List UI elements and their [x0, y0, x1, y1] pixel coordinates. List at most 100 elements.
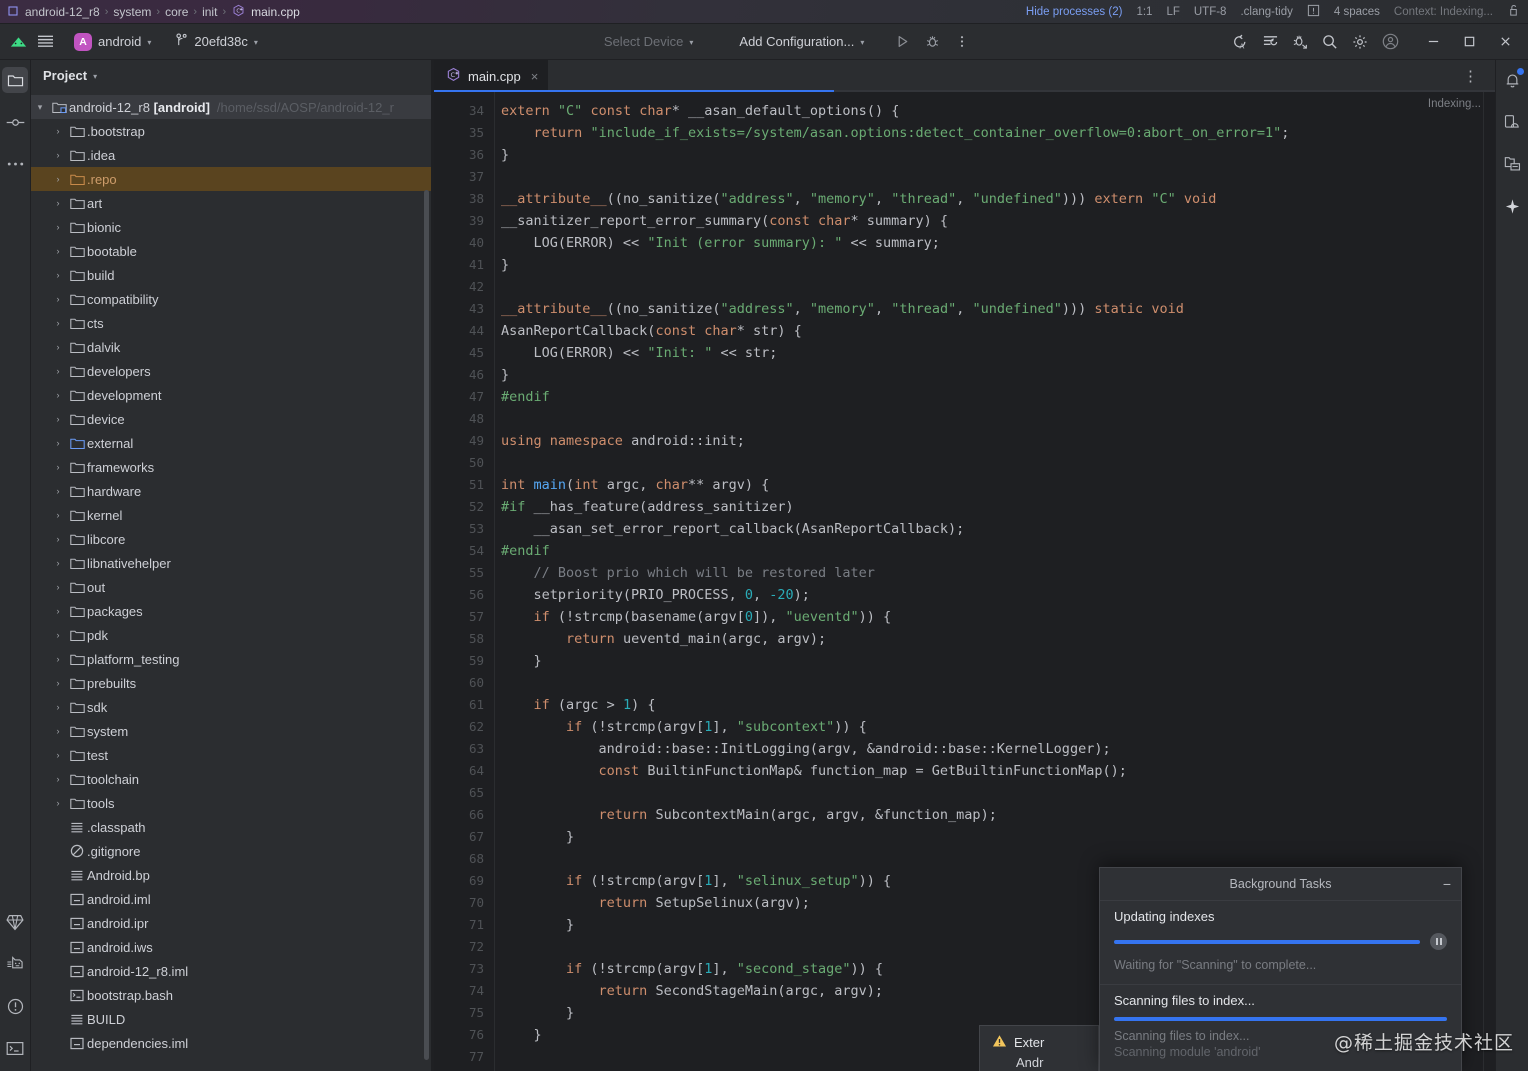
code-line[interactable]: return "include_if_exists=/system/asan.o… [501, 122, 1495, 144]
code-with-me-icon[interactable]: A [1226, 29, 1254, 55]
minimize-icon[interactable]: − [1443, 876, 1451, 892]
tree-row-folder[interactable]: ›cts [31, 311, 431, 335]
chevron-collapsed-icon[interactable]: › [49, 582, 67, 592]
device-selector[interactable]: 20efd38c ▾ [167, 29, 266, 55]
tree-row-folder[interactable]: ›.repo [31, 167, 431, 191]
tree-row-folder[interactable]: ›test [31, 743, 431, 767]
tree-row-folder[interactable]: ›bootable [31, 239, 431, 263]
chevron-collapsed-icon[interactable]: › [49, 726, 67, 736]
code-line[interactable]: if (argc > 1) { [501, 694, 1495, 716]
code-line[interactable] [501, 166, 1495, 188]
code-line[interactable]: if (!strcmp(argv[1], "subcontext")) { [501, 716, 1495, 738]
breadcrumb-item-0[interactable]: android-12_r8 [25, 5, 100, 19]
tree-row-file[interactable]: android-12_r8.iml [31, 959, 431, 983]
chevron-collapsed-icon[interactable]: › [49, 462, 67, 472]
breadcrumb-item-2[interactable]: core [165, 5, 188, 19]
code-line[interactable]: } [501, 144, 1495, 166]
chevron-expanded-icon[interactable]: ▾ [31, 102, 49, 113]
tree-row-folder[interactable]: ›compatibility [31, 287, 431, 311]
chevron-collapsed-icon[interactable]: › [49, 558, 67, 568]
code-line[interactable]: #endif [501, 540, 1495, 562]
chevron-collapsed-icon[interactable]: › [49, 174, 67, 184]
chevron-collapsed-icon[interactable]: › [49, 750, 67, 760]
error-stripe-marker[interactable] [1483, 92, 1495, 1071]
tree-row-file[interactable]: Android.bp [31, 863, 431, 887]
chevron-collapsed-icon[interactable]: › [49, 198, 67, 208]
project-scrollbar[interactable] [424, 190, 429, 1060]
tree-row-folder[interactable]: ›tools [31, 791, 431, 815]
code-line[interactable]: int main(int argc, char** argv) { [501, 474, 1495, 496]
chevron-collapsed-icon[interactable]: › [49, 150, 67, 160]
code-line[interactable]: __asan_set_error_report_callback(AsanRep… [501, 518, 1495, 540]
code-line[interactable]: // Boost prio which will be restored lat… [501, 562, 1495, 584]
code-line[interactable]: setpriority(PRIO_PROCESS, 0, -20); [501, 584, 1495, 606]
attach-debugger-icon[interactable] [1286, 29, 1314, 55]
tree-row-folder[interactable]: ›toolchain [31, 767, 431, 791]
code-line[interactable] [501, 408, 1495, 430]
close-icon[interactable]: × [531, 69, 539, 84]
code-line[interactable]: LOG(ERROR) << "Init: " << str; [501, 342, 1495, 364]
select-device-dropdown[interactable]: Select Device ▾ [596, 29, 702, 55]
tree-row-folder[interactable]: ›kernel [31, 503, 431, 527]
chevron-collapsed-icon[interactable]: › [49, 510, 67, 520]
tree-row-folder[interactable]: ›bionic [31, 215, 431, 239]
code-line[interactable]: } [501, 650, 1495, 672]
caret-position[interactable]: 1:1 [1136, 6, 1152, 18]
code-line[interactable]: android::base::InitLogging(argv, &androi… [501, 738, 1495, 760]
tree-row-folder[interactable]: ›.idea [31, 143, 431, 167]
code-line[interactable] [501, 276, 1495, 298]
unlock-icon[interactable] [1507, 3, 1520, 20]
tree-row-folder[interactable]: ›development [31, 383, 431, 407]
chevron-collapsed-icon[interactable]: › [49, 270, 67, 280]
tree-row-folder[interactable]: ›out [31, 575, 431, 599]
tree-row-root[interactable]: ▾ android-12_r8 [android] /home/ssd/AOSP… [31, 95, 431, 119]
chevron-collapsed-icon[interactable]: › [49, 798, 67, 808]
chevron-collapsed-icon[interactable]: › [49, 390, 67, 400]
chevron-collapsed-icon[interactable]: › [49, 294, 67, 304]
tree-row-folder[interactable]: ›developers [31, 359, 431, 383]
chevron-collapsed-icon[interactable]: › [49, 414, 67, 424]
tree-row-folder[interactable]: ›external [31, 431, 431, 455]
tree-row-folder[interactable]: ›pdk [31, 623, 431, 647]
chevron-collapsed-icon[interactable]: › [49, 318, 67, 328]
tree-row-folder[interactable]: ›frameworks [31, 455, 431, 479]
chevron-collapsed-icon[interactable]: › [49, 222, 67, 232]
chevron-collapsed-icon[interactable]: › [49, 342, 67, 352]
pause-task-button[interactable] [1430, 933, 1447, 950]
terminal-tool-icon[interactable] [2, 1035, 28, 1061]
chevron-collapsed-icon[interactable]: › [49, 246, 67, 256]
run-configuration-dropdown[interactable]: Add Configuration... ▾ [731, 29, 872, 55]
chevron-collapsed-icon[interactable]: › [49, 126, 67, 136]
breadcrumb-item-3[interactable]: init [202, 5, 217, 19]
chevron-collapsed-icon[interactable]: › [49, 678, 67, 688]
tree-row-folder[interactable]: ›libcore [31, 527, 431, 551]
tree-row-folder[interactable]: ›libnativehelper [31, 551, 431, 575]
code-line[interactable]: const BuiltinFunctionMap& function_map =… [501, 760, 1495, 782]
chevron-collapsed-icon[interactable]: › [49, 438, 67, 448]
vertical-dots-icon[interactable]: ⋮ [1457, 67, 1485, 85]
hide-processes-link[interactable]: Hide processes (2) [1026, 6, 1123, 18]
settings-gear-icon[interactable] [1346, 29, 1374, 55]
breadcrumb-item-file[interactable]: main.cpp [251, 5, 300, 19]
tree-row-file[interactable]: bootstrap.bash [31, 983, 431, 1007]
chevron-collapsed-icon[interactable]: › [49, 654, 67, 664]
breadcrumb-item-1[interactable]: system [113, 5, 151, 19]
line-separator[interactable]: LF [1166, 6, 1179, 18]
project-tool-icon[interactable] [2, 67, 28, 93]
code-line[interactable]: #endif [501, 386, 1495, 408]
context-indicator[interactable]: Context: Indexing... [1394, 6, 1493, 18]
inspections-icon[interactable] [1307, 4, 1320, 20]
gradle-icon[interactable] [1499, 151, 1525, 177]
tree-row-file[interactable]: android.iws [31, 935, 431, 959]
tree-row-folder[interactable]: ›system [31, 719, 431, 743]
project-selector[interactable]: A android ▾ [66, 29, 159, 55]
code-line[interactable]: LOG(ERROR) << "Init (error summary): " <… [501, 232, 1495, 254]
tree-row-folder[interactable]: ›hardware [31, 479, 431, 503]
tree-row-folder[interactable]: ›build [31, 263, 431, 287]
tree-row-folder[interactable]: ›packages [31, 599, 431, 623]
tree-row-file[interactable]: android.ipr [31, 911, 431, 935]
tree-row-folder[interactable]: ›dalvik [31, 335, 431, 359]
maximize-window-button[interactable] [1452, 27, 1486, 57]
code-line[interactable]: __sanitizer_report_error_summary(const c… [501, 210, 1495, 232]
chevron-collapsed-icon[interactable]: › [49, 606, 67, 616]
